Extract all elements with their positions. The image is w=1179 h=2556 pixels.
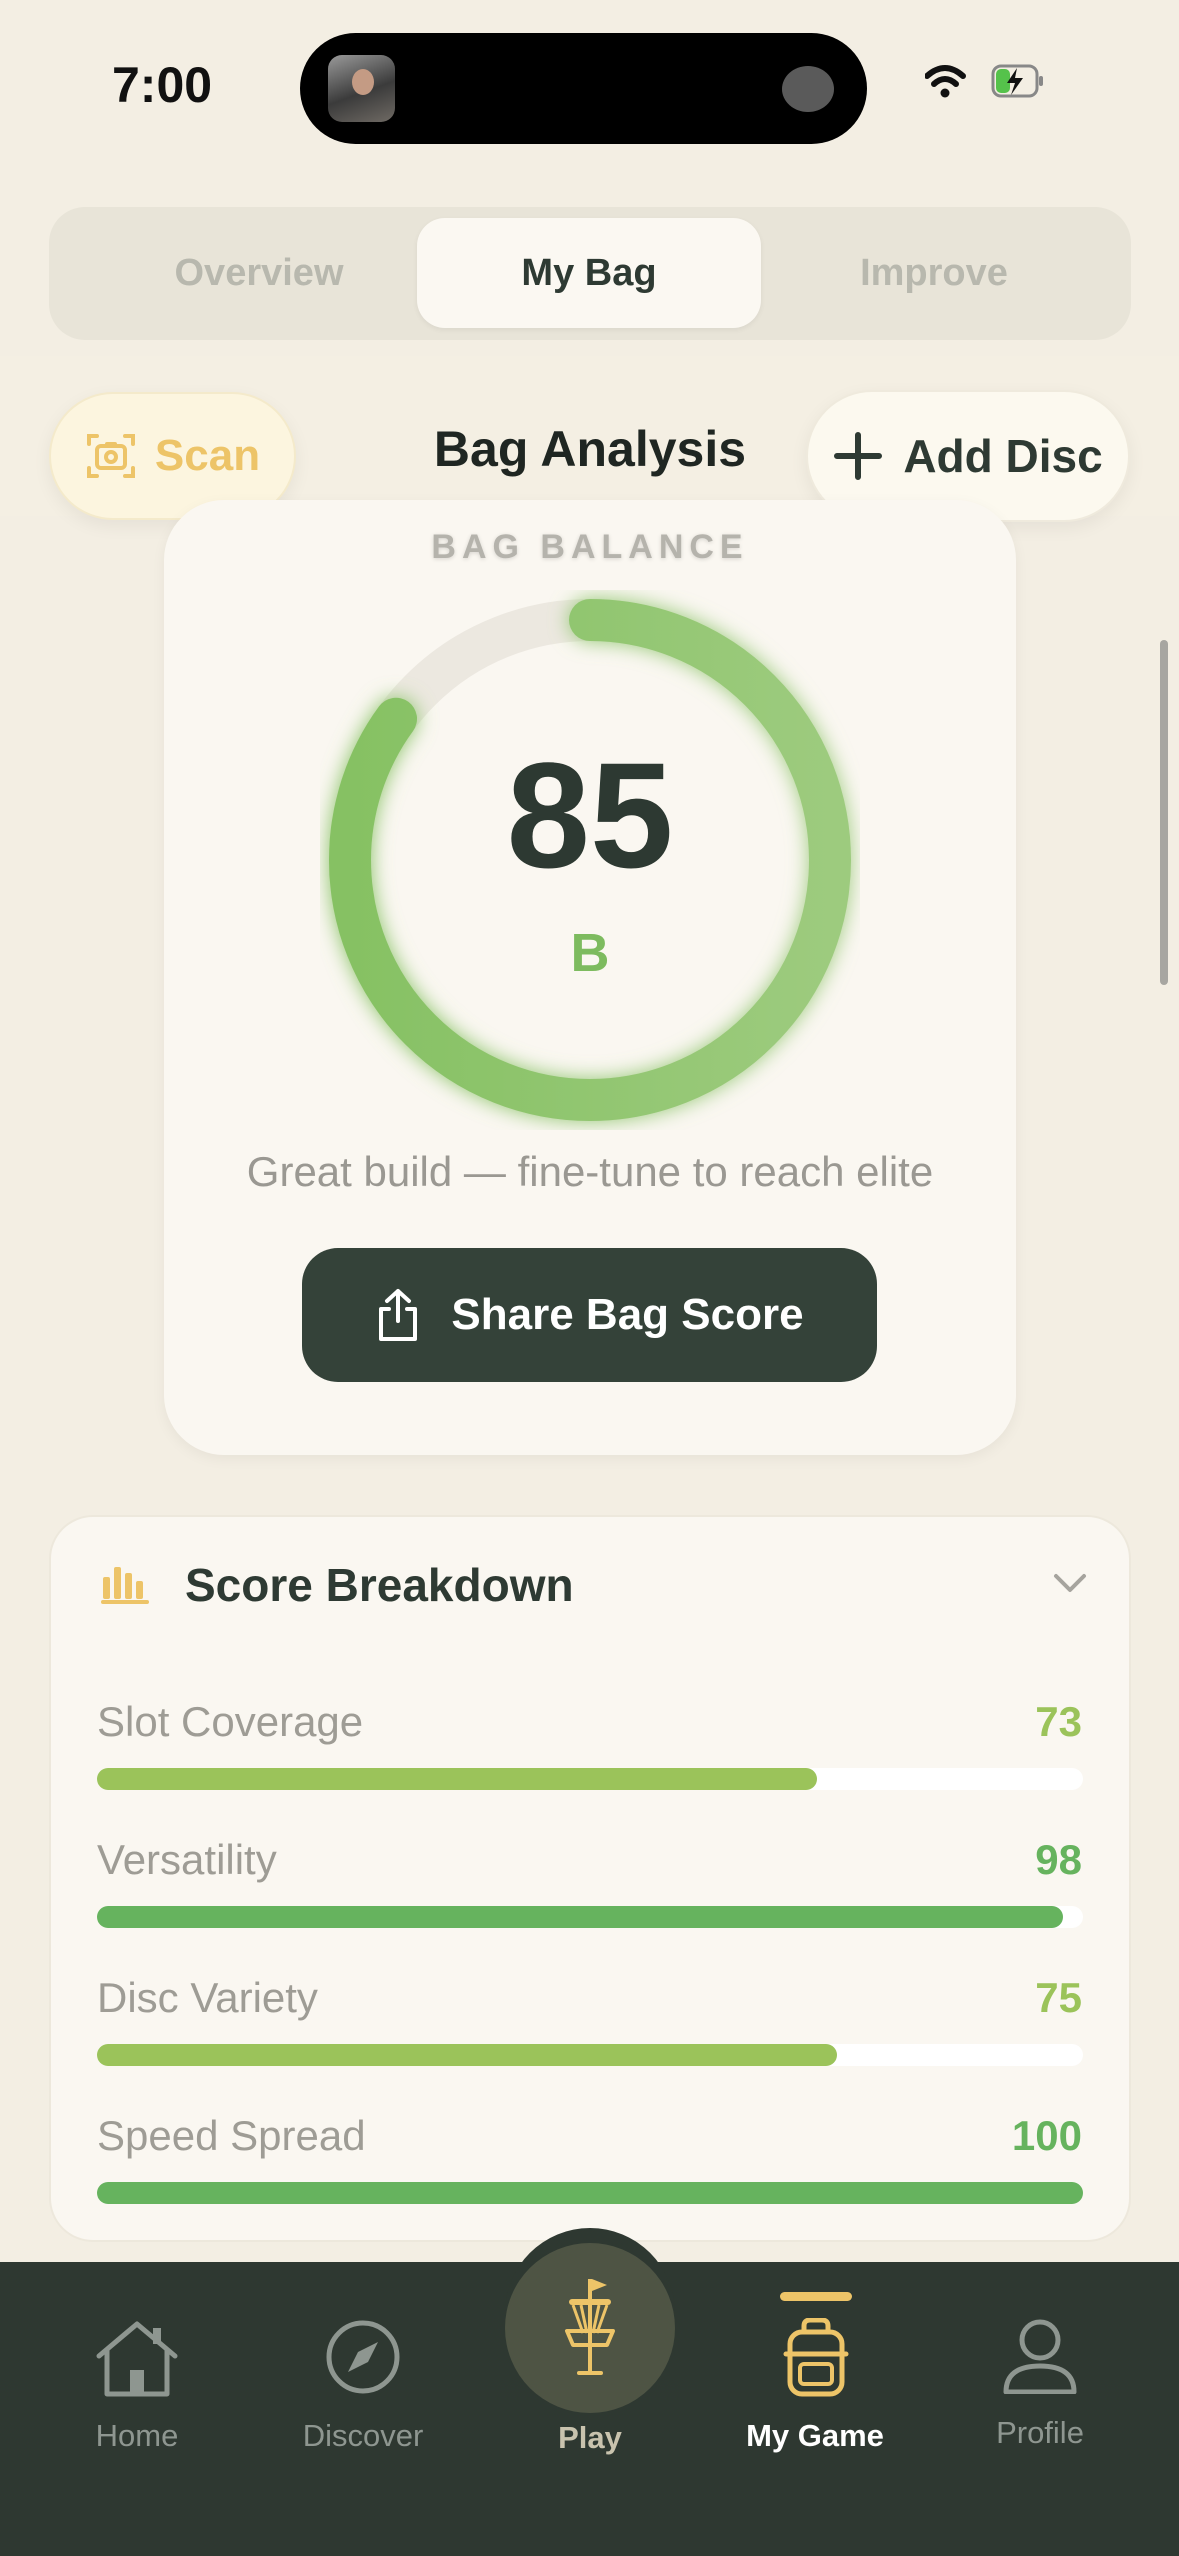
scan-label: Scan: [154, 431, 261, 480]
bag-score-message: Great build — fine-tune to reach elite: [246, 1148, 934, 1195]
dynamic-island: [300, 33, 867, 144]
metric-value-disc-variety: 75: [1035, 1974, 1082, 2021]
tab-play-label: Play: [558, 2420, 622, 2455]
metric-bar-disc-variety: [97, 2044, 1083, 2066]
share-icon: [379, 1289, 418, 1341]
tab-improve[interactable]: Improve: [764, 218, 1104, 328]
bag-score-value: 85: [506, 731, 674, 899]
live-activity-avatar: [328, 55, 395, 122]
metric-bar-fill: [97, 1906, 1064, 1928]
metric-bar-slot-coverage: [97, 1768, 1083, 1790]
segmented-control: Overview My Bag Improve: [49, 207, 1131, 340]
metric-label-disc-variety: Disc Variety: [97, 1974, 318, 2021]
compass-icon: [326, 2320, 400, 2394]
active-tab-indicator: [780, 2292, 852, 2301]
disc-golf-basket-icon: [565, 2279, 615, 2375]
score-breakdown-title: Score Breakdown: [185, 1559, 574, 1611]
share-bag-score-button[interactable]: Share Bag Score: [302, 1248, 877, 1382]
bar-chart-icon: [101, 1567, 149, 1604]
metric-bar-versatility: [97, 1906, 1083, 1928]
metric-label-slot-coverage: Slot Coverage: [97, 1698, 364, 1745]
chevron-down-icon[interactable]: [1053, 1572, 1087, 1594]
metric-bar-fill: [97, 2044, 837, 2066]
person-icon: [1003, 2319, 1077, 2394]
metric-bar-fill: [97, 1768, 817, 1790]
metric-value-slot-coverage: 73: [1035, 1698, 1082, 1745]
metric-label-versatility: Versatility: [97, 1836, 277, 1883]
metric-bar-speed-spread: [97, 2182, 1083, 2204]
bag-balance-label: BAG BALANCE: [431, 528, 749, 566]
tab-my-bag[interactable]: My Bag: [417, 218, 761, 328]
metric-bar-fill: [97, 2182, 1083, 2204]
metric-value-versatility: 98: [1035, 1836, 1082, 1883]
tab-home-label: Home: [95, 2418, 179, 2453]
battery-charging-icon: [991, 64, 1043, 98]
island-indicator: [782, 66, 834, 112]
bag-icon: [783, 2318, 849, 2397]
home-icon: [96, 2321, 178, 2397]
metric-label-speed-spread: Speed Spread: [97, 2112, 366, 2159]
tab-profile-label: Profile: [996, 2415, 1084, 2450]
bag-score-grade: B: [570, 923, 610, 983]
tab-overview[interactable]: Overview: [89, 218, 429, 328]
metric-value-speed-spread: 100: [1011, 2112, 1082, 2159]
plus-icon: [834, 432, 883, 480]
wifi-icon: [925, 65, 966, 98]
share-label: Share Bag Score: [451, 1290, 804, 1339]
tab-discover-label: Discover: [302, 2418, 424, 2453]
status-icons: [925, 64, 1043, 98]
scroll-indicator[interactable]: [1160, 640, 1168, 985]
page-title: Bag Analysis: [433, 421, 747, 477]
camera-scan-icon: [86, 434, 135, 478]
status-time: 7:00: [112, 57, 213, 113]
tab-my-game-label: My Game: [746, 2418, 884, 2453]
add-disc-label: Add Disc: [903, 430, 1103, 482]
